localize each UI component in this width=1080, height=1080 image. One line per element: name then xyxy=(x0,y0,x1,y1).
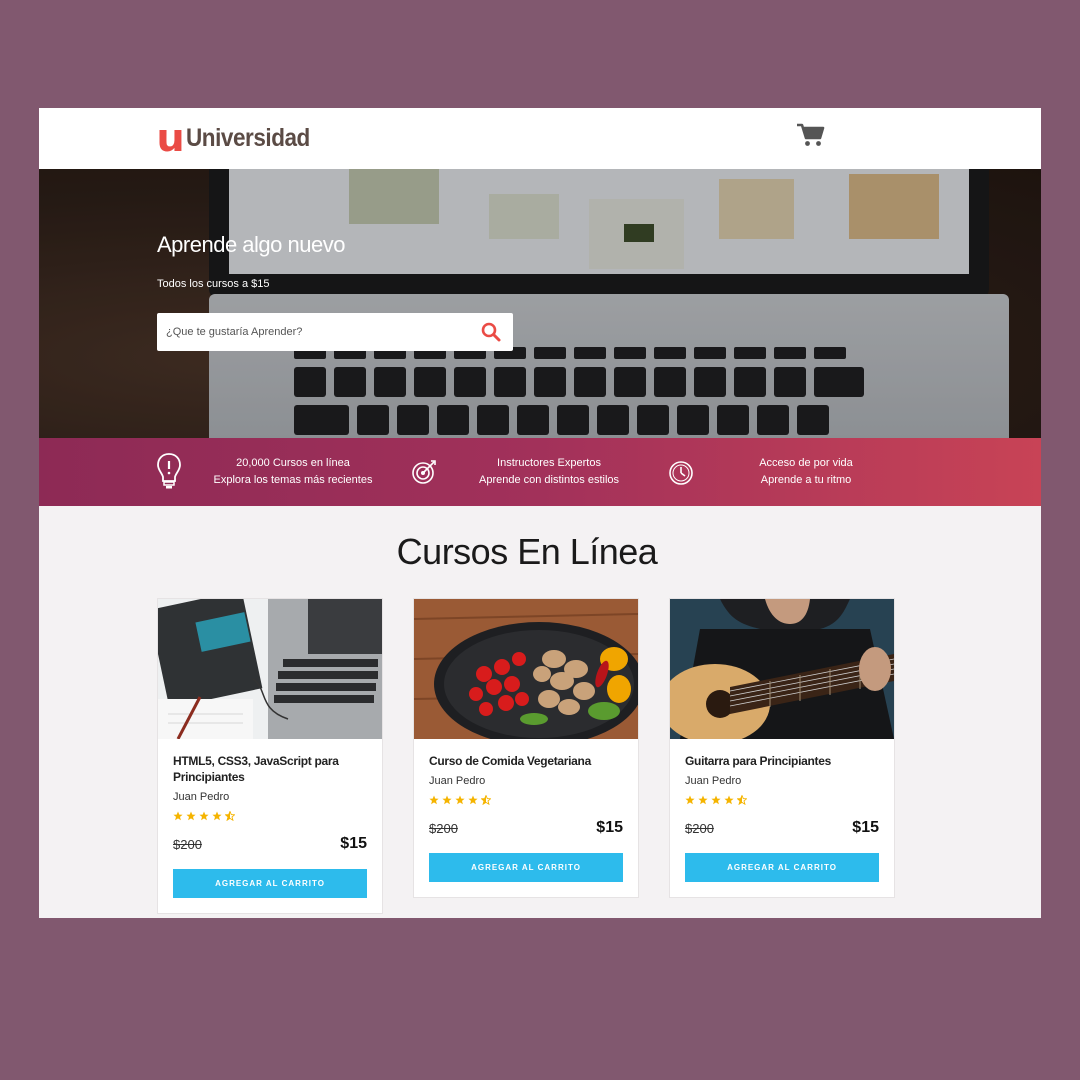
course-image-guitar[interactable] xyxy=(670,599,894,739)
star-rating xyxy=(173,811,367,823)
current-price: $15 xyxy=(852,819,879,836)
guitar-player-photo xyxy=(670,599,894,739)
add-to-cart-button[interactable]: AGREGAR AL CARRITO xyxy=(429,853,623,882)
star-icon xyxy=(711,795,721,805)
course-card-body: HTML5, CSS3, JavaScript para Principiant… xyxy=(158,739,382,913)
add-to-cart-button[interactable]: AGREGAR AL CARRITO xyxy=(173,869,367,898)
course-author: Juan Pedro xyxy=(173,791,230,803)
feature-access: Acceso de por vida Aprende a tu ritmo xyxy=(719,455,893,489)
course-author: Juan Pedro xyxy=(685,775,742,787)
star-half-icon xyxy=(481,795,491,805)
shopping-cart-icon[interactable] xyxy=(796,122,826,148)
target-icon xyxy=(412,460,436,484)
course-card-body: Curso de Comida Vegetariana Juan Pedro $… xyxy=(414,739,638,897)
old-price: $200 xyxy=(173,837,202,852)
page-frame: u Universidad Aprende algo nuevo Todos l… xyxy=(39,108,1041,918)
course-card-vegetarian[interactable]: Curso de Comida Vegetariana Juan Pedro $… xyxy=(413,598,639,898)
feature-access-desc: Aprende a tu ritmo xyxy=(760,474,852,486)
top-navbar: u Universidad xyxy=(39,108,1041,169)
star-icon xyxy=(173,811,183,821)
feature-instructors: Instructores Expertos Aprende con distin… xyxy=(459,455,639,489)
feature-courses-desc: Explora los temas más recientes xyxy=(213,474,373,486)
course-card-html[interactable]: HTML5, CSS3, JavaScript para Principiant… xyxy=(157,598,383,914)
old-price: $200 xyxy=(685,821,714,836)
star-icon xyxy=(685,795,695,805)
features-band: 20,000 Cursos en línea Explora los temas… xyxy=(39,438,1041,506)
star-icon xyxy=(468,795,478,805)
star-icon xyxy=(212,811,222,821)
search-box xyxy=(157,313,513,351)
clock-icon xyxy=(669,461,693,485)
star-rating xyxy=(685,795,879,807)
logo-text: Universidad xyxy=(186,123,310,152)
feature-instructors-title: Instructores Expertos xyxy=(497,457,601,469)
old-price: $200 xyxy=(429,821,458,836)
star-icon xyxy=(429,795,439,805)
feature-courses: 20,000 Cursos en línea Explora los temas… xyxy=(199,455,387,489)
star-icon xyxy=(199,811,209,821)
hero-banner: Aprende algo nuevo Todos los cursos a $1… xyxy=(39,169,1041,438)
course-title[interactable]: Curso de Comida Vegetariana xyxy=(429,753,623,769)
star-icon xyxy=(724,795,734,805)
course-image-vegetables[interactable] xyxy=(414,599,638,739)
logo-mark: u xyxy=(156,116,184,160)
star-icon xyxy=(698,795,708,805)
price-row: $200 $15 xyxy=(685,817,879,843)
star-icon xyxy=(455,795,465,805)
feature-access-title: Acceso de por vida xyxy=(759,457,853,469)
course-card-body: Guitarra para Principiantes Juan Pedro $… xyxy=(670,739,894,897)
course-card-guitar[interactable]: Guitarra para Principiantes Juan Pedro $… xyxy=(669,598,895,898)
star-half-icon xyxy=(737,795,747,805)
course-image-laptop[interactable] xyxy=(158,599,382,739)
search-icon[interactable] xyxy=(480,321,502,343)
course-author: Juan Pedro xyxy=(429,775,486,787)
section-title: Cursos En Línea xyxy=(396,531,658,572)
price-row: $200 $15 xyxy=(429,817,623,843)
hero-overlay xyxy=(39,169,1041,438)
course-title[interactable]: Guitarra para Principiantes xyxy=(685,753,879,769)
price-row: $200 $15 xyxy=(173,833,367,859)
star-half-icon xyxy=(225,811,235,821)
laptop-notebook-photo xyxy=(158,599,382,739)
vegetables-pan-photo xyxy=(414,599,638,739)
feature-courses-title: 20,000 Cursos en línea xyxy=(236,457,350,469)
star-rating xyxy=(429,795,623,807)
star-icon xyxy=(442,795,452,805)
add-to-cart-button[interactable]: AGREGAR AL CARRITO xyxy=(685,853,879,882)
current-price: $15 xyxy=(596,819,623,836)
current-price: $15 xyxy=(340,835,367,852)
hero-subtitle: Todos los cursos a $15 xyxy=(157,278,270,290)
lightbulb-icon xyxy=(157,453,181,489)
site-logo[interactable]: u Universidad xyxy=(156,116,324,160)
search-input[interactable] xyxy=(166,323,456,341)
feature-instructors-desc: Aprende con distintos estilos xyxy=(478,474,620,486)
star-icon xyxy=(186,811,196,821)
hero-title: Aprende algo nuevo xyxy=(157,232,345,257)
course-title[interactable]: HTML5, CSS3, JavaScript para Principiant… xyxy=(173,753,367,785)
